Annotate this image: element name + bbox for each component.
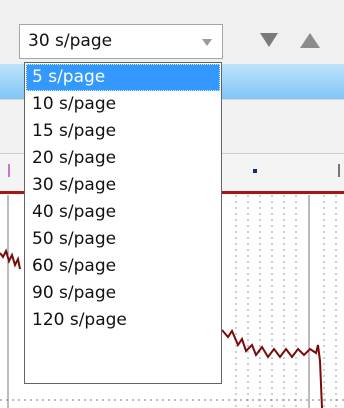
option-60-s-page[interactable]: 60 s/page bbox=[26, 253, 220, 280]
option-120-s-page[interactable]: 120 s/page bbox=[26, 307, 220, 334]
option-40-s-page[interactable]: 40 s/page bbox=[26, 199, 220, 226]
event-marker bbox=[253, 169, 257, 173]
chevron-down-icon[interactable] bbox=[202, 39, 212, 46]
triangle-up-icon[interactable] bbox=[300, 33, 320, 48]
event-tick bbox=[8, 164, 10, 177]
option-50-s-page[interactable]: 50 s/page bbox=[26, 226, 220, 253]
option-5-s-page[interactable]: 5 s/page bbox=[26, 64, 220, 91]
option-10-s-page[interactable]: 10 s/page bbox=[26, 91, 220, 118]
event-tick bbox=[338, 164, 340, 177]
option-20-s-page[interactable]: 20 s/page bbox=[26, 145, 220, 172]
option-30-s-page[interactable]: 30 s/page bbox=[26, 172, 220, 199]
option-15-s-page[interactable]: 15 s/page bbox=[26, 118, 220, 145]
page-duration-dropdown[interactable]: 5 s/page 10 s/page 15 s/page 20 s/page 3… bbox=[24, 62, 222, 384]
option-90-s-page[interactable]: 90 s/page bbox=[26, 280, 220, 307]
toolbar: 30 s/page bbox=[0, 0, 344, 64]
page-duration-select[interactable]: 30 s/page bbox=[19, 24, 223, 59]
triangle-down-icon[interactable] bbox=[260, 33, 278, 47]
page-duration-value: 30 s/page bbox=[28, 31, 113, 51]
